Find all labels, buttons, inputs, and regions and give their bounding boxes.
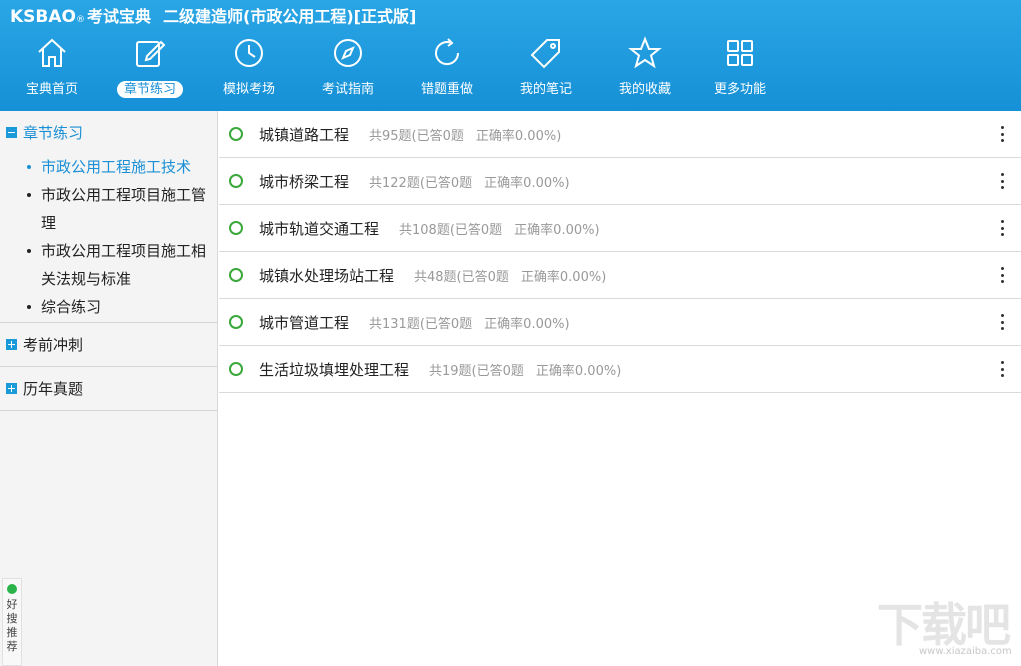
compass-icon [334, 39, 362, 67]
refresh-icon [435, 38, 460, 66]
section-chapter-practice: 章节练习 市政公用工程施工技术 市政公用工程项目施工管理 市政公用工程项目施工相… [0, 111, 217, 323]
nav-label: 模拟考场 [222, 82, 275, 97]
sidebar-item-project-management[interactable]: 市政公用工程项目施工管理 [24, 181, 214, 237]
widget-label: 好搜推荐 [6, 598, 18, 653]
collapse-icon[interactable] [6, 126, 17, 138]
nav-chapter-practice[interactable]: 章节练习 [100, 34, 200, 104]
chapter-stats: 共95题(已答0题 正确率0.00%) [369, 125, 561, 144]
section-final-sprint: 考前冲刺 [0, 323, 217, 367]
nav-redo-mistakes[interactable]: 错题重做 [397, 34, 497, 104]
question-count: 共48题(已答0题 [414, 269, 509, 285]
clock-icon [235, 39, 263, 67]
section-header[interactable]: 章节练习 [0, 111, 217, 153]
sidebar-item-comprehensive[interactable]: 综合练习 [24, 293, 214, 321]
nav-label: 更多功能 [713, 82, 766, 97]
chapter-title: 城市桥梁工程 [259, 172, 350, 191]
section-title: 考前冲刺 [23, 336, 84, 354]
chapter-stats: 共19题(已答0题 正确率0.00%) [429, 360, 621, 379]
section-title: 历年真题 [23, 380, 84, 398]
grid-icon [727, 40, 753, 66]
chapter-list-panel: 城镇道路工程 共95题(已答0题 正确率0.00%) 城市桥梁工程 共122题(已… [219, 111, 1021, 666]
more-options-icon[interactable] [997, 124, 1007, 144]
progress-circle-icon [229, 315, 243, 329]
section-header[interactable]: 考前冲刺 [0, 323, 217, 366]
list-item[interactable]: 城市管道工程 共131题(已答0题 正确率0.00%) [219, 299, 1021, 346]
tag-icon [530, 39, 560, 69]
sidebar-item-regulations[interactable]: 市政公用工程项目施工相关法规与标准 [24, 237, 214, 293]
question-count: 共108题(已答0题 [399, 222, 503, 238]
status-dot-icon [7, 584, 17, 594]
progress-circle-icon [229, 174, 243, 188]
star-icon [628, 36, 662, 69]
chapter-title: 生活垃圾填埋处理工程 [259, 360, 410, 379]
question-count: 共95题(已答0题 [369, 128, 464, 144]
accuracy-rate: 正确率0.00%) [484, 316, 570, 332]
expand-icon[interactable] [6, 339, 17, 350]
chapter-title: 城市轨道交通工程 [259, 219, 380, 238]
sidebar-item-construction-tech[interactable]: 市政公用工程施工技术 [24, 153, 214, 181]
nav-more-features[interactable]: 更多功能 [690, 34, 790, 104]
question-count: 共131题(已答0题 [369, 316, 473, 332]
main-nav: 宝典首页 章节练习 模拟考场 考试指南 错题重做 我的笔记 我的收藏 更多功能 [0, 34, 800, 104]
nav-my-notes[interactable]: 我的笔记 [496, 34, 596, 104]
nav-label: 我的笔记 [519, 82, 572, 97]
question-count: 共122题(已答0题 [369, 175, 473, 191]
accuracy-rate: 正确率0.00%) [484, 175, 570, 191]
edit-icon [136, 40, 166, 67]
registered-mark: ® [75, 15, 85, 25]
chapter-stats: 共48题(已答0题 正确率0.00%) [414, 266, 606, 285]
accuracy-rate: 正确率0.00%) [535, 363, 622, 379]
chapter-title: 城市管道工程 [259, 313, 350, 332]
list-item[interactable]: 城市轨道交通工程 共108题(已答0题 正确率0.00%) [219, 205, 1021, 252]
more-options-icon[interactable] [997, 218, 1007, 238]
chapter-title: 城镇水处理场站工程 [259, 266, 395, 285]
nav-mock-exam[interactable]: 模拟考场 [199, 34, 299, 104]
title-bar: KSBAO ® 考试宝典 二级建造师(市政公用工程)[正式版] [10, 3, 416, 27]
sidebar: 章节练习 市政公用工程施工技术 市政公用工程项目施工管理 市政公用工程项目施工相… [0, 111, 218, 666]
home-icon [38, 38, 66, 67]
nav-my-favorites[interactable]: 我的收藏 [595, 34, 695, 104]
app-window: KSBAO ® 考试宝典 二级建造师(市政公用工程)[正式版] 宝典首页 章节练… [0, 0, 1021, 666]
nav-label: 考试指南 [321, 82, 374, 97]
nav-label: 章节练习 [116, 81, 183, 98]
list-item[interactable]: 城市桥梁工程 共122题(已答0题 正确率0.00%) [219, 158, 1021, 205]
progress-circle-icon [229, 362, 243, 376]
brand-logo: KSBAO [10, 7, 76, 27]
chapter-stats: 共131题(已答0题 正确率0.00%) [369, 313, 570, 332]
more-options-icon[interactable] [997, 359, 1007, 379]
more-options-icon[interactable] [997, 171, 1007, 191]
accuracy-rate: 正确率0.00%) [520, 269, 607, 285]
list-item[interactable]: 城镇水处理场站工程 共48题(已答0题 正确率0.00%) [219, 252, 1021, 299]
question-count: 共19题(已答0题 [429, 363, 524, 379]
nav-exam-guide[interactable]: 考试指南 [298, 34, 398, 104]
nav-label: 我的收藏 [618, 82, 671, 97]
more-options-icon[interactable] [997, 312, 1007, 332]
nav-label: 宝典首页 [25, 82, 78, 97]
progress-circle-icon [229, 127, 243, 141]
more-options-icon[interactable] [997, 265, 1007, 285]
brand-name: 考试宝典 [86, 7, 151, 26]
nav-home[interactable]: 宝典首页 [2, 34, 102, 104]
nav-label: 错题重做 [420, 82, 473, 97]
chapter-list: 市政公用工程施工技术 市政公用工程项目施工管理 市政公用工程项目施工相关法规与标… [0, 153, 217, 322]
chapter-stats: 共108题(已答0题 正确率0.00%) [399, 219, 600, 238]
section-header[interactable]: 历年真题 [0, 367, 217, 410]
progress-circle-icon [229, 221, 243, 235]
recommend-widget[interactable]: 好搜推荐 [2, 578, 22, 666]
accuracy-rate: 正确率0.00%) [475, 128, 562, 144]
section-past-exams: 历年真题 [0, 367, 217, 411]
app-title: 二级建造师(市政公用工程)[正式版] [163, 7, 417, 26]
accuracy-rate: 正确率0.00%) [514, 222, 600, 238]
chapter-stats: 共122题(已答0题 正确率0.00%) [369, 172, 570, 191]
chapter-title: 城镇道路工程 [259, 125, 350, 144]
progress-circle-icon [229, 268, 243, 282]
expand-icon[interactable] [6, 383, 17, 394]
section-title: 章节练习 [23, 123, 84, 142]
header-bar: KSBAO ® 考试宝典 二级建造师(市政公用工程)[正式版] 宝典首页 章节练… [0, 0, 1021, 111]
list-item[interactable]: 城镇道路工程 共95题(已答0题 正确率0.00%) [219, 111, 1021, 158]
list-item[interactable]: 生活垃圾填埋处理工程 共19题(已答0题 正确率0.00%) [219, 346, 1021, 393]
